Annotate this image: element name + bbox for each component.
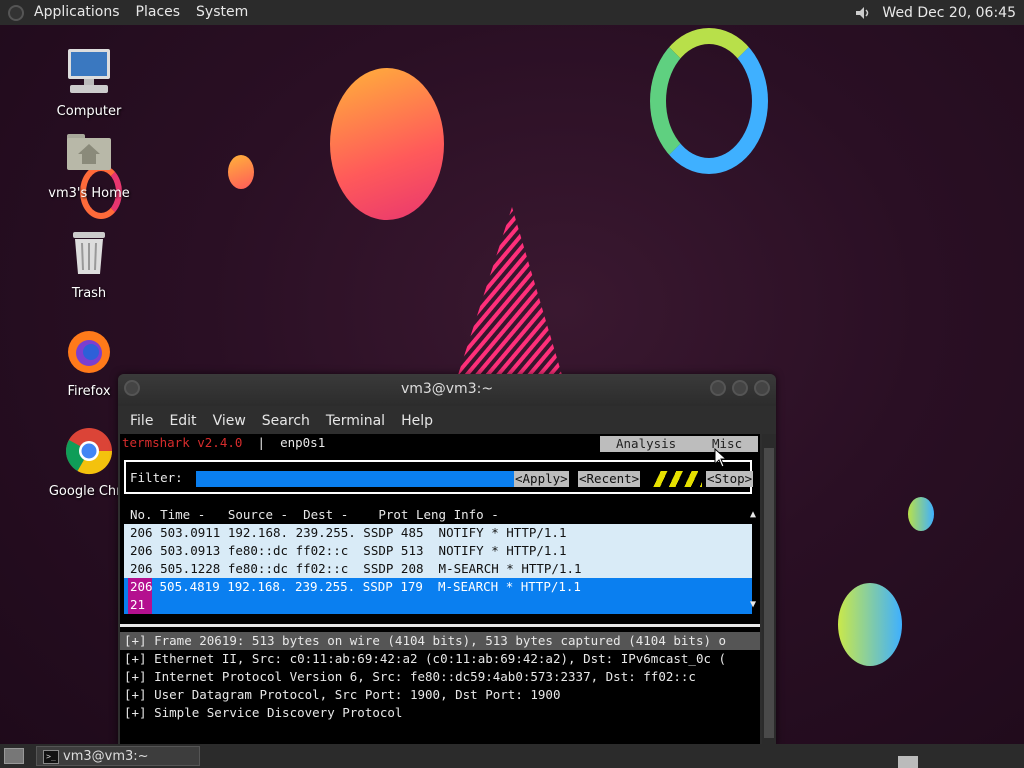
distro-logo-icon — [8, 4, 24, 21]
chrome-icon — [65, 428, 113, 475]
show-desktop-icon[interactable] — [4, 748, 24, 764]
striped-triangle-decoration — [458, 207, 562, 375]
menu-terminal[interactable]: Terminal — [318, 413, 393, 429]
stop-button[interactable]: <Stop> — [706, 471, 754, 487]
termshark-tabs: Analysis Misc — [600, 436, 758, 452]
selected-packet-number-wrap: 21 — [130, 597, 146, 612]
packet-row[interactable]: 206 503.0911 192.168. 239.255. SSDP 485 … — [124, 524, 752, 542]
tab-analysis[interactable]: Analysis — [616, 436, 676, 452]
terminal-scrollbar[interactable] — [762, 434, 776, 746]
menu-file[interactable]: File — [122, 413, 161, 429]
taskbar-window-button[interactable]: >_ vm3@vm3:~ — [36, 746, 200, 766]
menu-edit[interactable]: Edit — [161, 413, 204, 429]
computer-icon — [68, 49, 110, 93]
termshark-header: termshark v2.4.0 | enp0s1 — [122, 434, 325, 452]
recent-button[interactable]: <Recent> — [578, 471, 641, 487]
termshark-version: termshark v2.4.0 — [122, 435, 243, 450]
menu-search[interactable]: Search — [254, 413, 318, 429]
packet-row-text: 206 503.0913 fe80::dc ff02::c SSDP 513 N… — [130, 543, 567, 558]
interface-name: enp0s1 — [280, 435, 326, 450]
selected-packet-text: 505.4819 192.168. 239.255. SSDP 179 M-SE… — [152, 579, 581, 594]
desktop-icon-label: Trash — [71, 286, 107, 301]
minimize-button[interactable] — [710, 380, 726, 396]
packet-row[interactable]: 206 503.0913 fe80::dc ff02::c SSDP 513 N… — [124, 542, 752, 560]
desktop-icon-label: vm3's Home — [48, 186, 130, 201]
taskbar-window-label: vm3@vm3:~ — [63, 749, 149, 764]
maximize-button[interactable] — [732, 380, 748, 396]
menu-system[interactable]: System — [188, 0, 256, 25]
close-button[interactable] — [754, 380, 770, 396]
detail-row-ethernet[interactable]: [+] Ethernet II, Src: c0:11:ab:69:42:a2 … — [124, 650, 726, 668]
header-separator: | — [257, 435, 266, 450]
packet-row-text: 206 505.1228 fe80::dc ff02::c SSDP 208 M… — [130, 561, 582, 576]
terminal-window[interactable]: vm3@vm3:~ File Edit View Search Terminal… — [118, 374, 776, 746]
menu-applications[interactable]: Applications — [26, 0, 128, 25]
menu-help[interactable]: Help — [393, 413, 441, 429]
filter-label: Filter: — [130, 470, 183, 485]
desktop-icon-computer[interactable]: Computer — [34, 46, 144, 119]
filter-input[interactable] — [196, 471, 514, 487]
detail-row-udp[interactable]: [+] User Datagram Protocol, Src Port: 19… — [124, 686, 561, 704]
window-titlebar[interactable]: vm3@vm3:~ — [118, 374, 776, 406]
desktop-icon-home[interactable]: vm3's Home — [34, 128, 144, 201]
packet-row-text: 206 503.0911 192.168. 239.255. SSDP 485 … — [130, 525, 567, 540]
firefox-icon — [68, 331, 110, 373]
menu-view[interactable]: View — [205, 413, 254, 429]
terminal-icon: >_ — [43, 750, 59, 764]
window-menu-button[interactable] — [124, 380, 140, 396]
packet-row[interactable]: 206 505.1228 fe80::dc ff02::c SSDP 208 M… — [124, 560, 752, 578]
scroll-up-arrow-icon[interactable]: ▲ — [750, 506, 756, 524]
bottom-taskbar: >_ vm3@vm3:~ — [0, 744, 1024, 768]
top-panel: Applications Places System Wed Dec 20, 0… — [0, 0, 1024, 25]
workspace-switcher-icon[interactable] — [898, 756, 918, 768]
small-orange-oval-decoration — [228, 155, 254, 189]
detail-row-frame[interactable]: [+] Frame 20619: 513 bytes on wire (4104… — [120, 632, 760, 650]
ring-decoration — [650, 28, 768, 174]
window-title: vm3@vm3:~ — [400, 381, 494, 397]
selected-packet-number: 206 — [130, 579, 153, 594]
home-folder-icon — [67, 134, 111, 170]
detail-row-ssdp[interactable]: [+] Simple Service Discovery Protocol — [124, 704, 402, 722]
progress-stripes — [652, 471, 702, 487]
window-menubar: File Edit View Search Terminal Help — [118, 406, 776, 436]
scrollbar-thumb[interactable] — [764, 448, 774, 738]
clock[interactable]: Wed Dec 20, 06:45 — [882, 5, 1016, 21]
detail-row-ipv6[interactable]: [+] Internet Protocol Version 6, Src: fe… — [124, 668, 696, 686]
small-green-oval-decoration — [908, 497, 934, 531]
desktop-icon-trash[interactable]: Trash — [34, 228, 144, 301]
scroll-down-arrow-icon[interactable]: ▼ — [750, 596, 756, 614]
pane-divider[interactable] — [120, 624, 760, 627]
trash-icon — [73, 232, 105, 274]
mouse-cursor-icon — [714, 448, 728, 468]
menu-places[interactable]: Places — [128, 0, 189, 25]
terminal-area[interactable]: termshark v2.4.0 | enp0s1 Analysis Misc … — [120, 434, 760, 746]
packet-row-selected[interactable]: 206 505.4819 192.168. 239.255. SSDP 179 … — [124, 578, 752, 614]
packet-list-header: No. Time - Source - Dest - Prot Leng Inf… — [130, 507, 499, 522]
apply-button[interactable]: <Apply> — [514, 471, 569, 487]
filter-box: Filter: <Apply> <Recent> <Stop> — [124, 460, 754, 494]
desktop-icon-label: Computer — [56, 104, 122, 119]
volume-icon[interactable] — [854, 5, 870, 21]
orange-oval-decoration — [330, 68, 444, 220]
green-oval-decoration — [838, 583, 902, 666]
